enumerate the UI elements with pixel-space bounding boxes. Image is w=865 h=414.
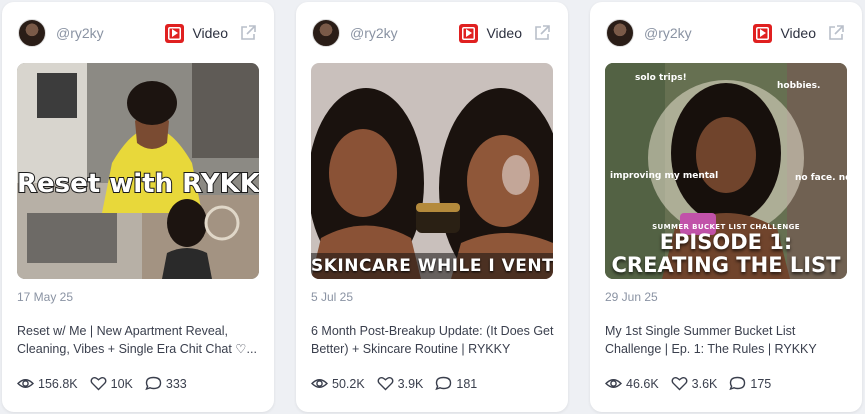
likes-stat: 10K [90,376,133,391]
creator-handle[interactable]: @ry2ky [644,25,753,41]
views-stat: 50.2K [311,376,365,391]
heart-icon [90,376,107,391]
video-thumbnail[interactable]: SKINCARE WHILE I VENT [311,63,553,279]
publish-date: 5 Jul 25 [311,290,354,304]
comment-icon [729,376,746,391]
video-title[interactable]: My 1st Single Summer Bucket List Challen… [605,322,850,358]
comments-count: 181 [456,376,478,391]
comments-stat: 175 [729,376,771,391]
likes-count: 3.9K [397,376,424,391]
thumbnail-title-text: SKINCARE WHILE I VENT [311,256,553,276]
publish-date: 29 Jun 25 [605,290,658,304]
creator-handle[interactable]: @ry2ky [56,25,165,41]
card-header: @ry2ky Video [606,18,846,48]
heart-icon [671,376,688,391]
avatar[interactable] [312,19,340,47]
likes-count: 10K [110,376,133,391]
creator-handle[interactable]: @ry2ky [350,25,459,41]
thumbnail-note: improving my mental [610,171,719,181]
thumbnail-small-text: SUMMER BUCKET LIST CHALLENGE [652,223,800,231]
comments-count: 175 [750,376,772,391]
views-stat: 156.8K [17,376,78,391]
card-header: @ry2ky Video [18,18,258,48]
engagement-stats: 156.8K 10K 333 [17,376,199,391]
views-count: 46.6K [626,376,659,391]
avatar[interactable] [606,19,634,47]
video-card: @ry2ky Video Reset with RYKKY 17 May 25 … [2,2,274,412]
youtube-icon [753,23,773,43]
external-link-icon[interactable] [532,23,552,43]
thumbnail-note: no face. no case. [795,173,847,183]
platform-label: Video [486,25,522,41]
eye-icon [605,379,622,388]
eye-icon [311,379,328,388]
thumbnail-note: hobbies. [777,81,821,91]
heart-icon [377,376,394,391]
external-link-icon[interactable] [826,23,846,43]
youtube-icon [459,23,479,43]
comment-icon [145,376,162,391]
platform-label: Video [780,25,816,41]
thumbnail-title-line1: EPISODE 1: [659,231,793,254]
engagement-stats: 46.6K 3.6K 175 [605,376,783,391]
card-header: @ry2ky Video [312,18,552,48]
thumbnail-title-line2: CREATING THE LIST [611,254,841,277]
thumbnail-note: solo trips! [635,73,687,83]
eye-icon [17,379,34,388]
video-card: @ry2ky Video solo trips! hobbies. improv… [590,2,862,412]
views-count: 156.8K [38,376,78,391]
publish-date: 17 May 25 [17,290,74,304]
views-count: 50.2K [332,376,365,391]
comments-stat: 333 [145,376,187,391]
likes-count: 3.6K [691,376,718,391]
views-stat: 46.6K [605,376,659,391]
likes-stat: 3.9K [377,376,424,391]
video-title[interactable]: 6 Month Post-Breakup Update: (It Does Ge… [311,322,556,358]
external-link-icon[interactable] [238,23,258,43]
video-thumbnail[interactable]: Reset with RYKKY [17,63,259,279]
video-card: @ry2ky Video SKINCARE WHILE I VENT 5 Jul… [296,2,568,412]
video-title[interactable]: Reset w/ Me | New Apartment Reveal, Clea… [17,322,262,358]
comments-count: 333 [165,376,187,391]
likes-stat: 3.6K [671,376,718,391]
video-thumbnail[interactable]: solo trips! hobbies. improving my mental… [605,63,847,279]
comments-stat: 181 [435,376,477,391]
thumbnail-title-text: Reset with RYKKY [17,169,259,199]
youtube-icon [165,23,185,43]
engagement-stats: 50.2K 3.9K 181 [311,376,489,391]
comment-icon [435,376,452,391]
platform-label: Video [192,25,228,41]
avatar[interactable] [18,19,46,47]
